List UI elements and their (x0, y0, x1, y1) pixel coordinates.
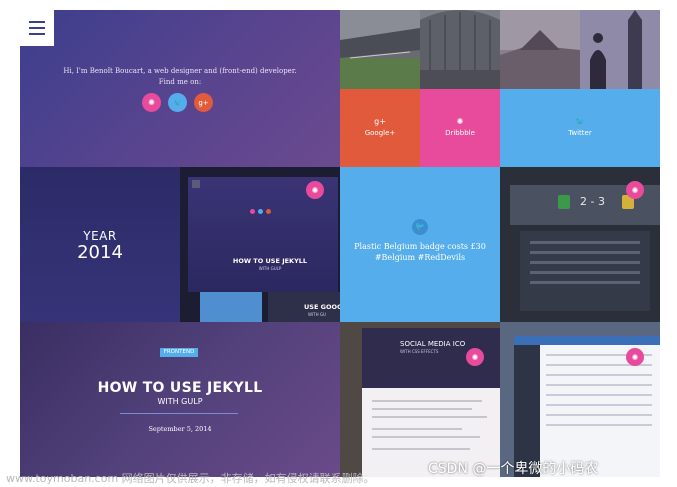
twitter-link[interactable]: 🐦 (168, 93, 187, 112)
googleplus-label: Google+ (364, 129, 396, 137)
football-screenshot-tile[interactable]: 2 - 3 ✺ (500, 167, 660, 322)
cathedral-photo-image (580, 10, 660, 89)
post-title: HOW TO USE JEKYLL (97, 380, 263, 396)
twitter-label: Twitter (568, 129, 592, 137)
match-score: 2 - 3 (580, 195, 605, 208)
menu-bar-icon (29, 33, 45, 35)
featured-post-tile[interactable]: FRONTEND HOW TO USE JEKYLL WITH GULP Sep… (20, 322, 340, 477)
screenshot-title: HOW TO USE JEKYLL (232, 257, 308, 265)
googleplus-link[interactable]: g+ (194, 93, 213, 112)
dribbble-badge-icon: ✺ (626, 181, 644, 199)
social-media-icons-screenshot-tile[interactable]: SOCIAL MEDIA ICO WITH CSS EFFECTS ✺ (340, 322, 500, 477)
dribbble-icon: ✺ (456, 117, 464, 126)
screenshot-side-subtitle: WITH GU (308, 312, 326, 317)
text-line (372, 416, 487, 418)
tweet-text-line2: #Belgium #RedDevils (374, 253, 466, 262)
text-line (372, 400, 482, 402)
twitter-tile[interactable]: 🐦 Twitter (500, 89, 660, 167)
title-divider (120, 413, 238, 414)
stat-bar (530, 241, 640, 244)
watermark-right: CSDN @一个卑微的小码农 (428, 461, 599, 477)
row-line (546, 404, 652, 406)
stat-bar (530, 261, 640, 264)
screenshot-menu-icon (192, 180, 200, 188)
row-line (546, 374, 652, 376)
tweet-tile[interactable]: 🐦 Plastic Belgium badge costs £30 #Belgi… (340, 167, 500, 322)
stat-bar (530, 271, 640, 274)
tile-grid: Hi, I'm Benoît Boucart, a web designer a… (20, 10, 660, 477)
mini-googleplus-icon (266, 209, 271, 214)
googleplus-icon: g+ (198, 98, 209, 107)
social-post-subtitle: WITH CSS EFFECTS (400, 349, 439, 354)
dashboard-topbar (514, 336, 660, 345)
intro-find-me: Find me on: (158, 78, 202, 86)
row-line (546, 384, 652, 386)
social-post-title: SOCIAL MEDIA ICO (400, 340, 466, 348)
dribbble-badge-icon: ✺ (306, 181, 324, 199)
station-photo-image (420, 10, 500, 89)
text-line (372, 448, 470, 450)
year-label: YEAR (83, 229, 117, 243)
hamburger-menu-button[interactable] (20, 10, 54, 46)
dribbble-icon: ✺ (148, 98, 155, 107)
screenshot-subtitle: WITH GULP (258, 266, 282, 271)
year-tile: YEAR 2014 (20, 167, 180, 322)
tweet-text-line1: Plastic Belgium badge costs £30 (354, 242, 486, 251)
mini-twitter-icon (258, 209, 263, 214)
intro-greeting: Hi, I'm Benoît Boucart, a web designer a… (63, 67, 297, 75)
googleplus-tile[interactable]: g+ Google+ (340, 89, 420, 167)
stat-bar (530, 251, 640, 254)
dashboard-screenshot-tile[interactable]: ✺ (500, 322, 660, 477)
photo-building[interactable] (500, 10, 580, 89)
twitter-icon: 🐦 (575, 117, 585, 126)
mini-dribbble-icon (250, 209, 255, 214)
jekyll-article-screenshot-tile[interactable]: HOW TO USE JEKYLL WITH GULP USE GOOG WIT… (180, 167, 340, 322)
menu-bar-icon (29, 21, 45, 23)
photo-cathedral[interactable] (580, 10, 660, 89)
building-photo-image (500, 10, 580, 89)
dribbble-tile[interactable]: ✺ Dribbble (420, 89, 500, 167)
text-line (372, 428, 462, 430)
year-value: 2014 (77, 242, 123, 263)
screenshot-side-title: USE GOOG (304, 303, 340, 311)
category-badge: FRONTEND (160, 348, 198, 357)
row-line (546, 424, 652, 426)
dribbble-link[interactable]: ✺ (142, 93, 161, 112)
stat-bar (530, 281, 640, 284)
watermark-left: www.toymoban.com 网络图片仅供展示，非存储，如有侵权请联系删除。 (6, 472, 375, 485)
post-subtitle: WITH GULP (157, 397, 203, 406)
row-line (546, 394, 652, 396)
photo-station[interactable] (420, 10, 500, 89)
screenshot-blue-panel (200, 292, 262, 322)
dribbble-badge-icon: ✺ (626, 348, 644, 366)
menu-bar-icon (29, 27, 45, 29)
row-line (546, 414, 652, 416)
googleplus-icon: g+ (374, 117, 386, 126)
post-date: September 5, 2014 (148, 425, 212, 433)
stadium-photo-image (340, 10, 420, 89)
dribbble-badge-icon: ✺ (466, 348, 484, 366)
intro-tile: Hi, I'm Benoît Boucart, a web designer a… (20, 10, 340, 167)
twitter-icon: 🐦 (412, 219, 428, 235)
twitter-icon: 🐦 (173, 98, 182, 107)
text-line (372, 436, 480, 438)
text-line (372, 408, 472, 410)
dribbble-label: Dribbble (445, 129, 475, 137)
photo-stadium[interactable] (340, 10, 420, 89)
brazil-crest-icon (558, 195, 570, 209)
